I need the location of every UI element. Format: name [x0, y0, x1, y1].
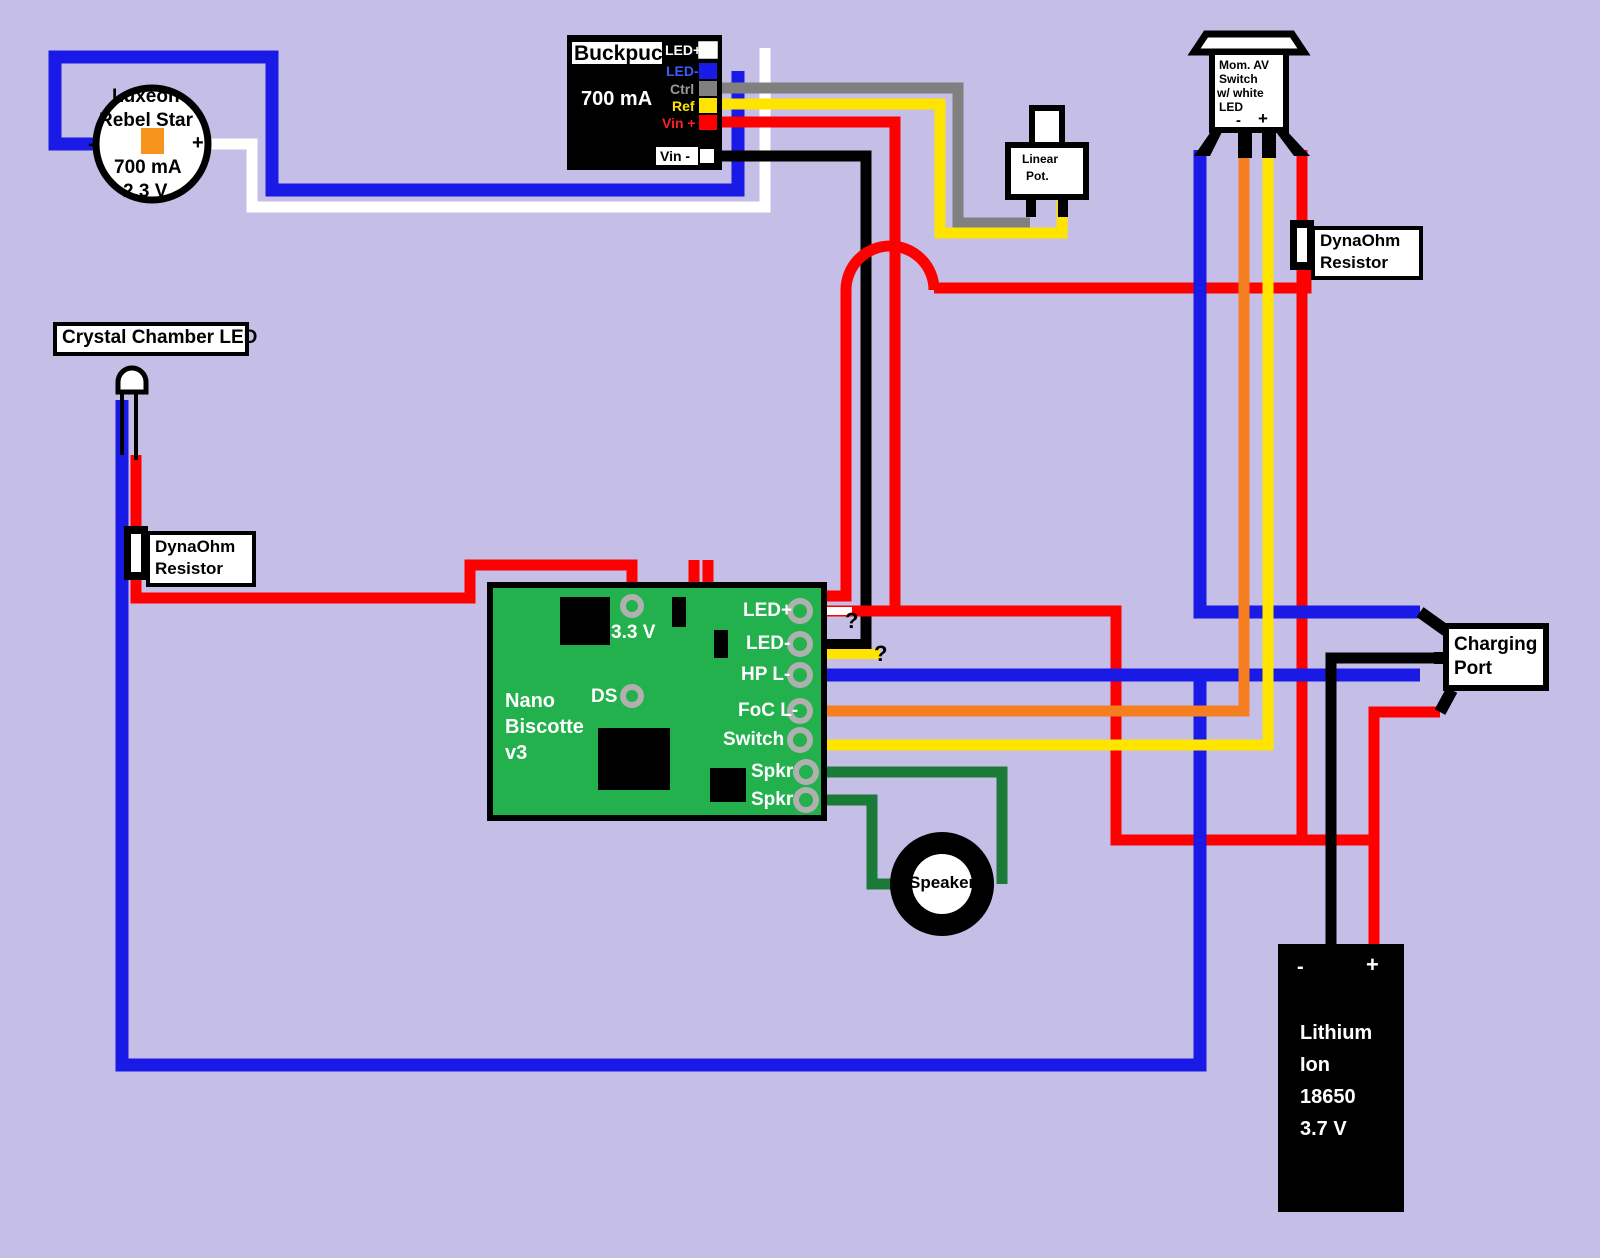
- speaker-label: Speaker: [909, 873, 976, 892]
- battery-line4: 3.7 V: [1300, 1118, 1347, 1140]
- component-dynaohm-resistor-crystal[interactable]: [124, 526, 148, 580]
- luxeon-line1: Luxeon: [112, 86, 180, 107]
- buckpuck-title: Buckpuck: [574, 42, 675, 65]
- luxeon-line3: 700 mA: [114, 157, 182, 178]
- dynaohm-switch-line1: DynaOhm: [1320, 231, 1401, 250]
- battery-line3: 18650: [1300, 1086, 1356, 1108]
- board-pad-33v-label: 3.3 V: [611, 622, 656, 643]
- battery-line2: Ion: [1300, 1054, 1330, 1076]
- luxeon-line4: 2.3 V: [123, 181, 168, 202]
- battery-line1: Lithium: [1300, 1022, 1373, 1044]
- buckpuck-terminal-ctrl[interactable]: Ctrl: [670, 81, 694, 97]
- buckpuck-terminal-ledminus[interactable]: LED-: [666, 63, 699, 79]
- wiring-diagram-canvas: Luxeon Rebel Star 700 mA 2.3 V - + Buckp…: [0, 0, 1600, 1258]
- board-pad-ds-label: DS: [591, 686, 618, 707]
- component-battery[interactable]: [1278, 944, 1404, 1212]
- linear-pot-line2: Pot.: [1026, 169, 1049, 183]
- board-pin-label-switch[interactable]: Switch: [723, 729, 784, 751]
- board-name-line1: Nano: [505, 690, 555, 712]
- luxeon-line2: Rebel Star: [99, 110, 193, 131]
- wire-red-arc-hop: [840, 238, 1312, 330]
- board-pin-label-ledminus[interactable]: LED-: [746, 633, 790, 655]
- wire-black-battery-minus-to-charger: [1325, 652, 1434, 944]
- buckpuck-terminal-vinplus[interactable]: Vin +: [662, 115, 696, 131]
- diagram-svg: [48, 30, 1549, 1212]
- component-dynaohm-resistor-switch[interactable]: [1290, 220, 1314, 270]
- dynaohm-switch-line2: Resistor: [1320, 253, 1389, 272]
- board-pin-label-hpl[interactable]: HP L-: [741, 664, 790, 686]
- board-pin-label-spkr-1[interactable]: Spkr: [751, 761, 793, 783]
- battery-plus-terminal: +: [1366, 952, 1379, 977]
- buckpuck-current: 700 mA: [581, 88, 653, 110]
- wire-red-battery-plus-rail: [1110, 706, 1440, 846]
- board-name-line3: v3: [505, 742, 528, 764]
- mom-switch-line2: Switch: [1219, 72, 1258, 86]
- board-name-line2: Biscotte: [505, 716, 584, 738]
- mom-switch-minus: -: [1236, 112, 1241, 129]
- board-pin-label-focl[interactable]: FoC L-: [738, 700, 798, 722]
- mom-switch-line3: w/ white: [1217, 86, 1264, 100]
- component-crystal-chamber-led[interactable]: [115, 365, 149, 460]
- annotation-question-2: ?: [874, 641, 888, 666]
- dynaohm-crystal-line2: Resistor: [155, 559, 224, 578]
- linear-pot-line1: Linear: [1022, 152, 1059, 166]
- wire-blue-switch-lead: [1193, 150, 1420, 619]
- wire-red-arc-down-to-board: [688, 330, 852, 602]
- charging-port-line1: Charging: [1454, 634, 1538, 655]
- battery-minus-terminal: -: [1297, 956, 1304, 978]
- charging-port-line2: Port: [1454, 658, 1492, 679]
- dynaohm-crystal-line1: DynaOhm: [155, 537, 236, 556]
- board-pin-label-ledplus[interactable]: LED+: [743, 600, 792, 622]
- buckpuck-terminal-ref[interactable]: Ref: [672, 98, 695, 114]
- buckpuck-terminal-vinminus[interactable]: Vin -: [660, 148, 690, 164]
- crystal-chamber-led-label: Crystal Chamber LED: [62, 327, 258, 348]
- mom-switch-line1: Mom. AV: [1219, 58, 1269, 72]
- annotation-question-1: ?: [845, 608, 859, 633]
- wire-red-switch-resistor-to-rail: [1296, 268, 1374, 846]
- board-pin-label-spkr-2[interactable]: Spkr: [751, 789, 793, 811]
- luxeon-minus-terminal: -: [88, 134, 95, 155]
- mom-switch-plus: +: [1258, 109, 1268, 128]
- luxeon-plus-terminal: +: [192, 132, 204, 154]
- buckpuck-terminal-ledplus[interactable]: LED+: [665, 42, 701, 58]
